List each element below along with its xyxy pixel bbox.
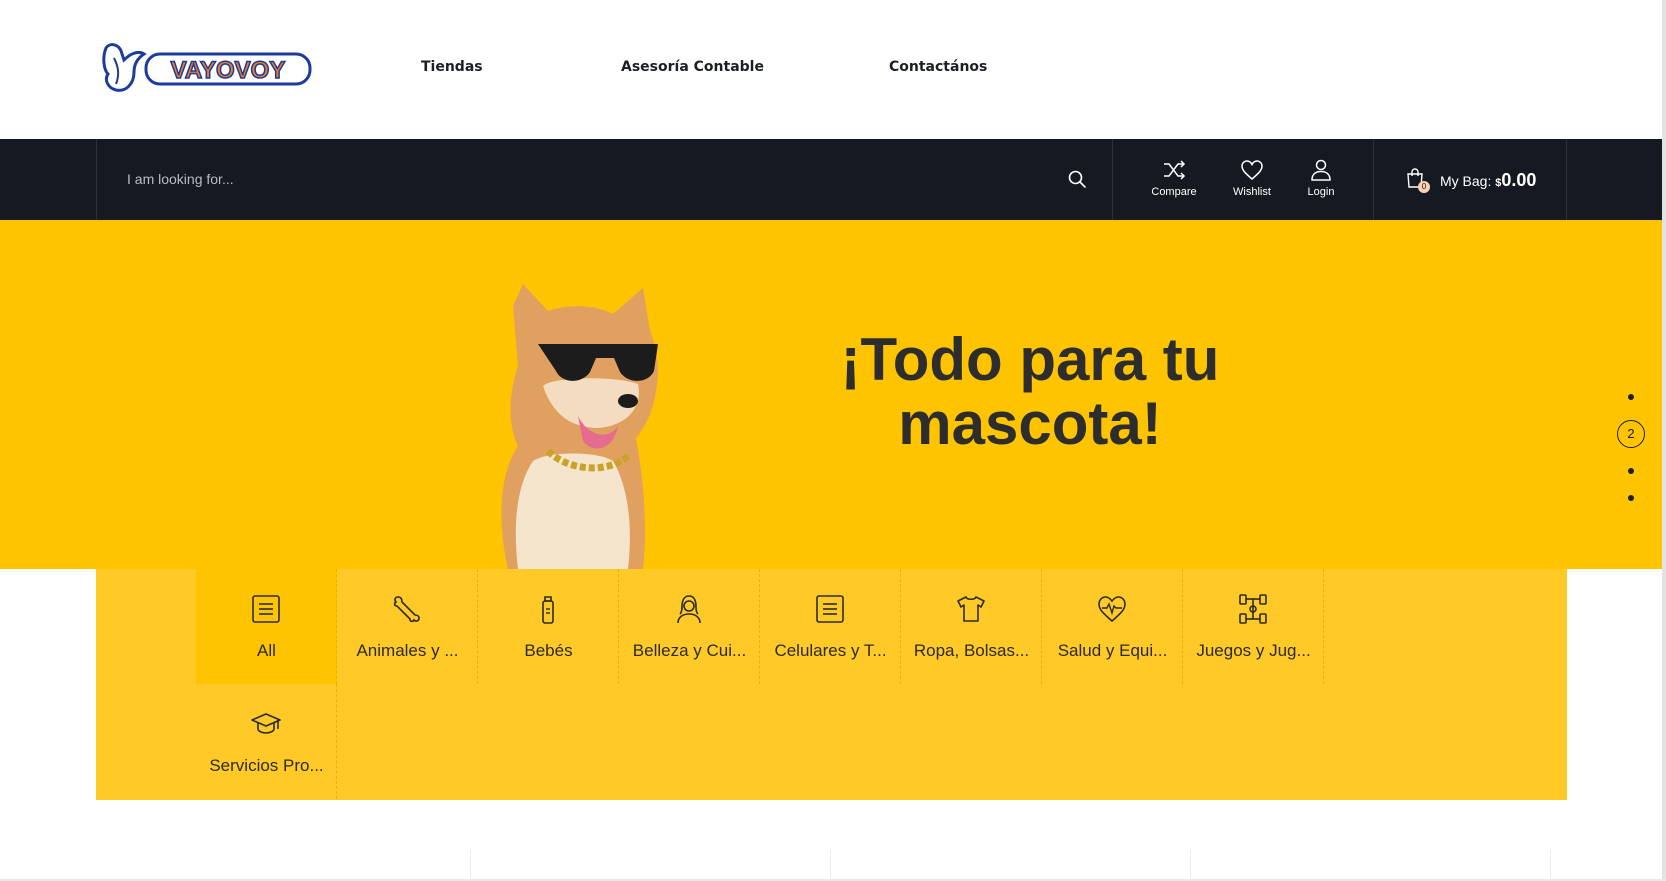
- category-tabs: All Animales y ... Bebés Belleza y Cui..…: [96, 569, 1567, 800]
- heart-pulse-icon: [1098, 596, 1126, 623]
- nav-link-asesoria-contable[interactable]: Asesoría Contable: [621, 59, 764, 75]
- category-label: Animales y ...: [356, 641, 459, 660]
- scrollbar-track[interactable]: [1662, 0, 1666, 881]
- shuffle-icon: [1164, 160, 1186, 180]
- baby-bottle-icon: [542, 596, 554, 624]
- bag-summary: My Bag: $0.00: [1440, 170, 1536, 191]
- search-input[interactable]: [127, 161, 1007, 197]
- wishlist-label: Wishlist: [1233, 186, 1271, 198]
- logo-text: VAYOVOY: [171, 57, 286, 84]
- nav-link-contactanos[interactable]: Contactános: [889, 59, 987, 75]
- tshirt-icon: [957, 596, 985, 622]
- search-container: [96, 139, 1113, 220]
- product-grid-dividers: [0, 850, 1666, 881]
- wishlist-button[interactable]: Wishlist: [1217, 159, 1287, 198]
- category-label: All: [257, 641, 276, 660]
- graduation-cap-icon: [251, 713, 281, 734]
- category-tab-bebes[interactable]: Bebés: [478, 569, 619, 684]
- login-button[interactable]: Login: [1286, 159, 1356, 198]
- heart-icon: [1241, 160, 1263, 180]
- slider-dot-1[interactable]: [1628, 394, 1634, 400]
- category-tab-ropa[interactable]: Ropa, Bolsas...: [901, 569, 1042, 684]
- category-tab-salud[interactable]: Salud y Equi...: [1042, 569, 1183, 684]
- slider-dot-4[interactable]: [1628, 495, 1634, 501]
- toy-car-icon: [1239, 594, 1267, 624]
- hero-title-line-1: ¡Todo para tu: [840, 326, 1220, 393]
- list-icon: [816, 595, 844, 623]
- compare-button[interactable]: Compare: [1139, 159, 1209, 198]
- login-label: Login: [1307, 186, 1335, 198]
- top-header: VAYOVOY Tiendas Asesoría Contable Contac…: [0, 0, 1666, 139]
- search-icon[interactable]: [1067, 169, 1087, 189]
- category-label: Celulares y T...: [774, 641, 887, 660]
- category-label: Ropa, Bolsas...: [913, 641, 1030, 660]
- bag-label: My Bag:: [1440, 173, 1492, 189]
- woman-icon: [677, 595, 701, 624]
- category-label: Bebés: [524, 641, 573, 660]
- category-tab-juegos[interactable]: Juegos y Jug...: [1183, 569, 1324, 684]
- category-tab-servicios[interactable]: Servicios Pro...: [196, 684, 337, 799]
- category-label: Salud y Equi...: [1057, 641, 1168, 660]
- category-label: Juegos y Jug...: [1196, 641, 1311, 660]
- bag-amount: 0.00: [1501, 170, 1537, 190]
- category-tab-belleza[interactable]: Belleza y Cui...: [619, 569, 760, 684]
- list-icon: [252, 595, 280, 623]
- category-tab-celulares[interactable]: Celulares y T...: [760, 569, 901, 684]
- hero-title-line-2: mascota!: [898, 390, 1162, 457]
- category-tab-all[interactable]: All: [196, 569, 337, 684]
- hero-title: ¡Todo para tu mascota!: [810, 328, 1250, 456]
- compare-label: Compare: [1151, 186, 1197, 198]
- nav-link-tiendas[interactable]: Tiendas: [421, 59, 483, 75]
- page: VAYOVOY Tiendas Asesoría Contable Contac…: [0, 0, 1666, 881]
- my-bag-button[interactable]: 0 My Bag: $0.00: [1373, 139, 1567, 220]
- category-tab-animales[interactable]: Animales y ...: [337, 569, 478, 684]
- slider-dot-3[interactable]: [1628, 468, 1634, 474]
- search-bar: Compare Wishlist Login 0 My Bag: $0.00: [0, 139, 1662, 220]
- vayovoy-logo[interactable]: VAYOVOY: [100, 40, 312, 96]
- dog-with-sunglasses-image: [501, 284, 658, 569]
- bone-icon: [393, 596, 420, 623]
- bag-count-badge: 0: [1418, 181, 1430, 193]
- hero-slider: ¡Todo para tu mascota! 2: [0, 220, 1662, 569]
- user-icon: [1311, 159, 1331, 181]
- slider-dot-active[interactable]: 2: [1617, 420, 1645, 448]
- category-label: Belleza y Cui...: [632, 641, 747, 660]
- category-label: Servicios Pro...: [209, 756, 324, 775]
